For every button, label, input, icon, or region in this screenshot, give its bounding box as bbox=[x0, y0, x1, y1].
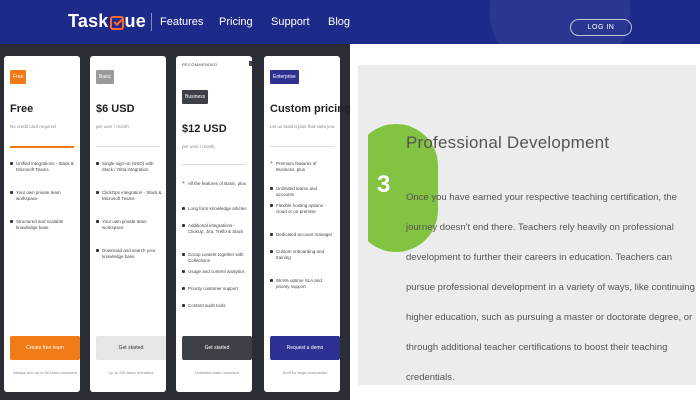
plan-feature: Unlimited teams and accounts bbox=[270, 186, 336, 198]
plan-price: Free bbox=[10, 103, 34, 115]
plan-footnote: Unlimited team members bbox=[194, 370, 240, 375]
plan-badge: Business bbox=[182, 90, 209, 104]
get-started-business-button[interactable]: Get started bbox=[182, 336, 252, 360]
plan-badge: Free bbox=[10, 70, 27, 84]
section-title: Professional Development bbox=[406, 133, 610, 152]
plan-feature: ClickOps integration - Slack & Microsoft… bbox=[96, 190, 162, 202]
plan-subtitle: Let us build a plan that suits you bbox=[270, 124, 335, 129]
plan-divider bbox=[270, 146, 334, 147]
plan-footnote: Up to 250 team members bbox=[108, 370, 154, 375]
plan-subtitle: No credit card required bbox=[10, 124, 56, 129]
plan-feature: Structured and scalable knowledge base bbox=[10, 219, 76, 231]
plan-card-free: Free Free No credit card required Unifie… bbox=[4, 56, 80, 392]
nav-divider bbox=[151, 13, 152, 31]
plan-feature: Download and search your knowledge base bbox=[96, 248, 162, 260]
login-button[interactable]: LOG IN bbox=[570, 19, 632, 36]
plan-price: $6 USD bbox=[96, 103, 135, 115]
plan-feature: Flexible hosting options - cloud or on-p… bbox=[270, 203, 336, 215]
plan-feature: Priority customer support bbox=[182, 286, 248, 292]
plan-subtitle: per user / month bbox=[96, 124, 129, 129]
plan-feature: Your own private team workspace bbox=[96, 219, 162, 231]
plan-footnote: Always free up to 50 team members bbox=[12, 370, 78, 375]
logo-text-part-1: Task bbox=[68, 11, 109, 31]
plan-feature: Your own private team workspace bbox=[10, 190, 76, 202]
create-free-team-button[interactable]: Create free team bbox=[10, 336, 80, 360]
logo-text-part-2: ue bbox=[124, 11, 146, 31]
plan-feature: Group content together with Collections bbox=[182, 252, 248, 264]
request-demo-button[interactable]: Request a demo bbox=[270, 336, 340, 360]
nav-support[interactable]: Support bbox=[271, 16, 310, 28]
plan-feature: 99.9% uptime SLA and priority support bbox=[270, 278, 336, 290]
section-body: Once you have earned your respective tea… bbox=[406, 192, 695, 383]
bookmark-icon bbox=[249, 61, 252, 66]
plan-feature: Unified integrations - Slack & Microsoft… bbox=[10, 161, 76, 173]
plan-badge: Basic bbox=[96, 70, 115, 84]
checkbox-logo-icon bbox=[109, 15, 124, 30]
plan-subtitle: per user / month bbox=[182, 144, 215, 149]
taskque-logo[interactable]: Task ue bbox=[68, 11, 146, 32]
plan-feature: All the features of Basic, plus bbox=[182, 180, 248, 187]
top-nav-bar: Task ue Features Pricing Support Blog LOG… bbox=[0, 0, 700, 44]
plan-price: Custom pricing bbox=[270, 103, 351, 115]
plan-feature: Custom onboarding and training bbox=[270, 249, 336, 261]
plan-feature: Additional integrations - ClickUp, Jira,… bbox=[182, 223, 248, 235]
plan-feature: Content audit tools bbox=[182, 303, 248, 309]
plan-card-business: RECOMMENDED Business $12 USD per user / … bbox=[176, 56, 252, 392]
plan-feature: Long form knowledge articles bbox=[182, 206, 248, 212]
plan-accent-line bbox=[10, 146, 74, 148]
plan-footnote: Built for large companies bbox=[282, 370, 328, 375]
nav-blog[interactable]: Blog bbox=[328, 16, 350, 28]
plan-feature: Dedicated account manager bbox=[270, 232, 336, 238]
page: Task ue Features Pricing Support Blog LOG… bbox=[0, 0, 700, 400]
plan-card-enterprise: Enterprise Custom pricing Let us build a… bbox=[264, 56, 351, 392]
recommended-label: RECOMMENDED bbox=[182, 62, 218, 67]
plan-feature: Usage and content analytics bbox=[182, 269, 248, 275]
nav-features[interactable]: Features bbox=[160, 16, 203, 28]
plan-card-basic: Basic $6 USD per user / month Single sig… bbox=[90, 56, 166, 392]
plan-feature: Premium features of Business, plus bbox=[270, 160, 336, 173]
plan-price: $12 USD bbox=[182, 123, 227, 135]
plan-badge: Enterprise bbox=[270, 70, 299, 84]
plan-divider bbox=[182, 164, 246, 165]
step-number: 3 bbox=[377, 171, 391, 198]
nav-pricing[interactable]: Pricing bbox=[219, 16, 253, 28]
get-started-basic-button[interactable]: Get started bbox=[96, 336, 166, 360]
plan-feature: Single sign-on (SSO) with Slack / Okta i… bbox=[96, 161, 162, 173]
plan-divider bbox=[96, 146, 160, 147]
